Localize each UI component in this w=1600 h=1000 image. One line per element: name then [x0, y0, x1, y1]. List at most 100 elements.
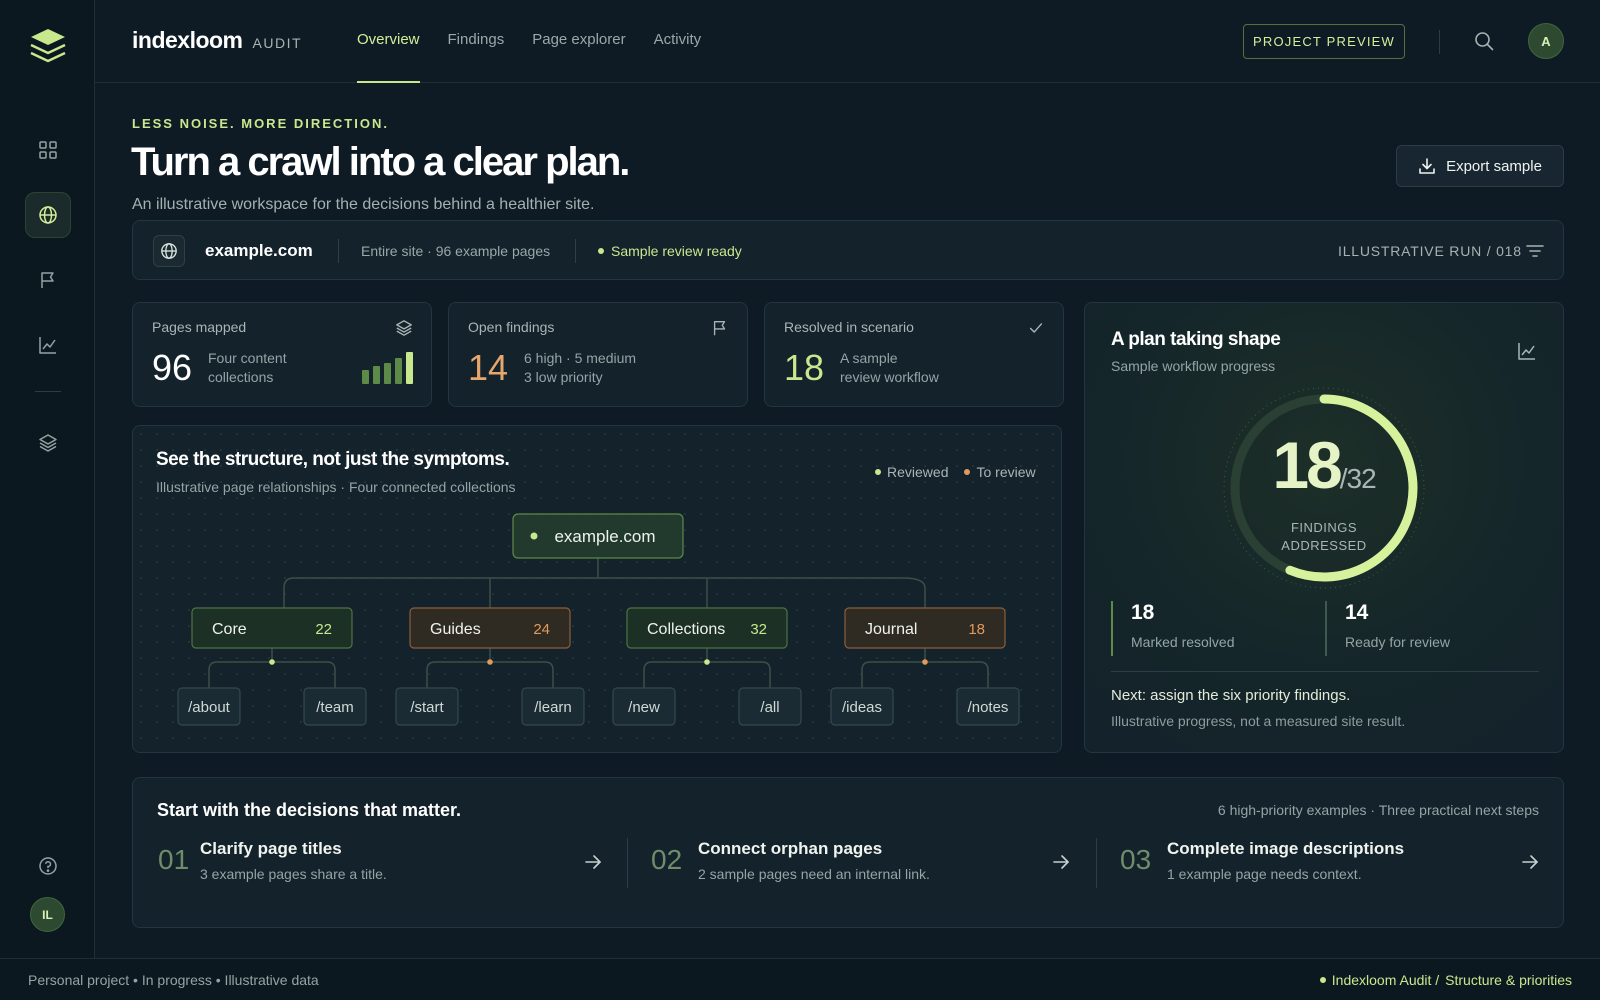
page-path-label: /team — [316, 699, 354, 716]
arrow-right-icon[interactable] — [583, 852, 603, 872]
decision-step[interactable]: 01 Clarify page titles 3 example pages s… — [158, 836, 601, 898]
step-number: 01 — [158, 844, 190, 875]
metric-pages-mapped[interactable]: Pages mapped 96 Four content collections — [132, 302, 432, 407]
metric-desc: Four content collections — [208, 349, 328, 387]
tree-connector — [643, 661, 771, 688]
tree-junction-dot — [487, 659, 493, 665]
arrow-right-icon[interactable] — [1520, 852, 1540, 872]
step-divider — [627, 838, 628, 888]
progress-caption: FINDINGS ADDRESSED — [1221, 519, 1427, 555]
footer-right: Indexloom Audit / Structure & priorities — [1319, 972, 1572, 988]
metric-desc: 6 high · 5 medium 3 low priority — [524, 349, 694, 387]
hero-eyebrow: LESS NOISE. MORE DIRECTION. — [132, 116, 389, 131]
brand[interactable]: indexloom AUDIT — [132, 27, 302, 54]
brand-sub: AUDIT — [252, 35, 303, 51]
stat-value: 14 — [1345, 601, 1369, 624]
sidebar-item-help[interactable] — [25, 843, 71, 889]
collection-count: 24 — [533, 621, 550, 638]
mini-bar — [362, 370, 369, 384]
site-status: Sample review ready — [598, 243, 742, 259]
decision-step[interactable]: 03 Complete image descriptions 1 example… — [1120, 836, 1550, 898]
footer-app: Indexloom Audit / — [1331, 972, 1440, 988]
page-subtitle: An illustrative workspace for the decisi… — [132, 196, 595, 213]
sidebar-avatar[interactable]: IL — [30, 897, 65, 932]
sidebar-item-sites[interactable] — [25, 192, 71, 238]
download-icon — [1419, 158, 1435, 174]
tree-connector — [426, 661, 554, 688]
help-icon — [39, 857, 57, 875]
tab-page-explorer[interactable]: Page explorer — [532, 0, 625, 83]
arrow-right-icon[interactable] — [1051, 852, 1071, 872]
metric-label: Open findings — [468, 319, 555, 335]
tab-overview[interactable]: Overview — [357, 0, 420, 83]
topbar: indexloom AUDIT Overview Findings Page e… — [95, 0, 1600, 83]
page-path-label: /about — [188, 699, 231, 716]
tree-root-dot — [530, 532, 538, 540]
page-path-label: /ideas — [842, 699, 882, 716]
collection-count: 18 — [968, 621, 985, 638]
site-status-label: Sample review ready — [611, 243, 742, 259]
collection-count: 32 — [750, 621, 767, 638]
plan-subtitle: Sample workflow progress — [1111, 358, 1276, 374]
page-path-label: /notes — [968, 699, 1009, 716]
check-icon — [1027, 319, 1045, 337]
tab-findings[interactable]: Findings — [448, 0, 505, 83]
sidebar-item-trends[interactable] — [25, 322, 71, 368]
metric-value: 18 — [784, 347, 825, 388]
decisions-card: Start with the decisions that matter. 6 … — [132, 777, 1564, 928]
search-icon[interactable] — [1473, 30, 1495, 52]
decision-step[interactable]: 02 Connect orphan pages 2 sample pages n… — [651, 836, 1091, 898]
metric-value: 14 — [468, 347, 509, 388]
step-number: 02 — [651, 844, 683, 875]
collection-name: Journal — [865, 621, 917, 638]
metric-open-findings[interactable]: Open findings 14 6 high · 5 medium 3 low… — [448, 302, 748, 407]
user-avatar[interactable]: A — [1528, 23, 1564, 59]
metric-label: Pages mapped — [152, 319, 247, 335]
page-path-label: /new — [628, 699, 660, 716]
export-sample-button[interactable]: Export sample — [1396, 145, 1564, 187]
sidebar: IL — [0, 0, 95, 958]
app-logo-icon[interactable] — [28, 26, 68, 66]
flag-icon — [711, 319, 729, 337]
sidebar-item-dashboard[interactable] — [25, 127, 71, 173]
step-desc: 2 sample pages need an internal link. — [698, 866, 930, 882]
metric-desc-line: A sample — [840, 350, 898, 366]
metric-desc-line: collections — [208, 369, 274, 385]
mini-bar — [384, 363, 391, 384]
trend-chart-icon[interactable] — [1517, 341, 1537, 361]
status-footer: Personal project • In progress • Illustr… — [0, 958, 1600, 1000]
site-divider — [338, 239, 339, 263]
status-dot — [598, 248, 604, 254]
progress-caption-line: ADDRESSED — [1281, 538, 1367, 553]
site-scope: Entire site · 96 example pages — [361, 243, 551, 259]
step-title: Complete image descriptions — [1167, 839, 1405, 858]
metric-resolved[interactable]: Resolved in scenario 18 A sample review … — [764, 302, 1064, 407]
sidebar-divider — [35, 391, 61, 392]
tab-activity[interactable]: Activity — [654, 0, 702, 83]
progress-total: /32 — [1339, 463, 1377, 494]
layers-icon — [39, 434, 57, 452]
tree-connector — [861, 661, 989, 688]
sidebar-item-layers[interactable] — [25, 420, 71, 466]
layers-icon — [395, 319, 413, 337]
plan-next-step: Next: assign the six priority findings. — [1111, 687, 1351, 704]
tree-junction-dot — [704, 659, 710, 665]
plan-card: A plan taking shape Sample workflow prog… — [1084, 302, 1564, 753]
metric-label: Resolved in scenario — [784, 319, 914, 335]
tree-connector — [208, 661, 336, 688]
filter-icon[interactable] — [1525, 241, 1545, 261]
decisions-meta: 6 high-priority examples · Three practic… — [1217, 802, 1539, 818]
step-desc: 1 example page needs context. — [1167, 866, 1362, 882]
decisions-title: Start with the decisions that matter. — [157, 800, 462, 820]
collection-name: Core — [212, 621, 247, 638]
tree-junction-dot — [269, 659, 275, 665]
tree-junction-dot — [922, 659, 928, 665]
stat-label: Ready for review — [1345, 634, 1451, 650]
site-domain[interactable]: example.com — [205, 241, 313, 261]
metric-value: 96 — [152, 347, 193, 388]
project-preview-button[interactable]: PROJECT PREVIEW — [1243, 24, 1405, 59]
site-bar: example.com Entire site · 96 example pag… — [132, 220, 1564, 280]
mini-bar — [373, 366, 380, 384]
sidebar-item-findings[interactable] — [25, 257, 71, 303]
site-divider — [575, 239, 576, 263]
